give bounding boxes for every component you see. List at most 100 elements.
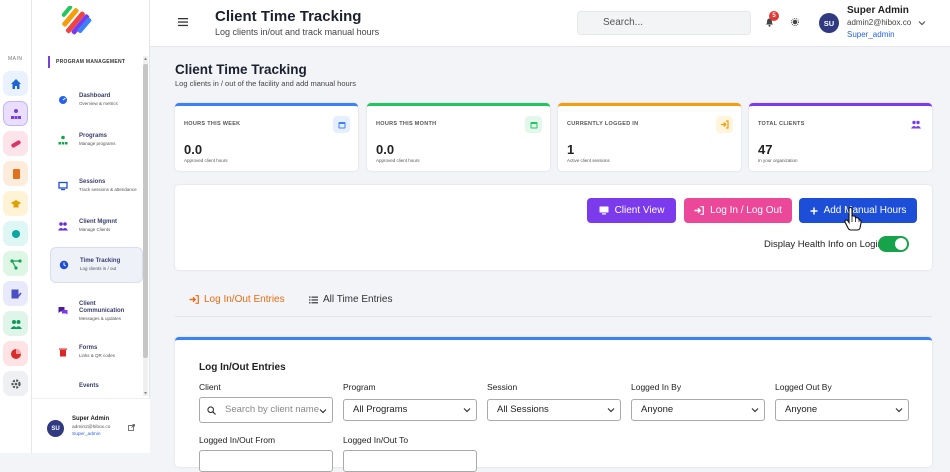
stat-sub: Approved client hours (184, 158, 228, 163)
scroll-down-icon[interactable] (143, 391, 148, 396)
header-user-email: admin2@hibox.co (847, 18, 912, 27)
avatar[interactable]: SU (819, 13, 839, 33)
clock-icon (59, 260, 69, 270)
sidebar-item-sub: Overview & metrics (79, 101, 118, 107)
stat-label: CURRENTLY LOGGED IN (567, 121, 639, 127)
sidebar-item-time-tracking[interactable]: Time Tracking Log clients in / out (50, 247, 143, 283)
logged-out-by-select[interactable]: Anyone (775, 399, 909, 421)
calendar-icon (525, 116, 542, 133)
sidebar-item-programs[interactable]: Programs Manage programs (50, 122, 143, 158)
pill-icon[interactable] (3, 131, 28, 156)
calendar-icon (333, 116, 350, 133)
people-icon[interactable] (3, 311, 28, 336)
icon-rail: MAIN (0, 0, 32, 453)
scrollbar-thumb[interactable] (143, 64, 148, 358)
list-icon (309, 296, 318, 303)
header-user-name: Super Admin (847, 5, 909, 16)
logged-from-date-input[interactable] (199, 450, 333, 472)
footer-user-role: Super_admin (72, 432, 101, 437)
logged-to-date-input[interactable] (343, 450, 477, 472)
header-user-role[interactable]: Super_admin (847, 30, 895, 39)
stat-value: 0.0 (184, 142, 203, 157)
trash-icon (59, 348, 67, 357)
chevron-down-icon (895, 408, 903, 413)
sidebar-item-events[interactable]: Events (50, 372, 143, 400)
avatar[interactable]: SU (47, 420, 64, 437)
rail-main-label: MAIN (8, 56, 23, 62)
page-title: Client Time Tracking (175, 62, 307, 77)
stat-label: HOURS THIS WEEK (184, 121, 241, 127)
chevron-down-icon (319, 409, 327, 414)
health-info-toggle[interactable] (878, 236, 909, 252)
sidebar-scrollbar[interactable] (143, 56, 148, 396)
client-view-button[interactable]: Client View (587, 198, 676, 223)
chevron-down-icon (751, 408, 759, 413)
app-logo[interactable] (58, 6, 92, 40)
program-select-value: All Programs (353, 404, 408, 415)
stat-card-total-clients: TOTAL CLIENTS 47 In your organization (749, 103, 932, 171)
top-bar: Client Time Tracking Log clients in/out … (150, 0, 950, 47)
gear-icon[interactable] (3, 371, 28, 396)
sign-in-icon (189, 295, 199, 304)
stat-sub: Active client sessions (567, 158, 610, 163)
notification-badge: 5 (769, 11, 779, 21)
circle-icon[interactable] (3, 221, 28, 246)
home-icon[interactable] (3, 71, 28, 96)
sidebar-item-label: Sessions (79, 179, 106, 186)
search-input[interactable]: Search... (577, 11, 751, 35)
entries-card: Log In/Out Entries Client Search by clie… (175, 337, 932, 472)
tab-log-in-out[interactable]: Log In/Out Entries (189, 294, 285, 305)
log-in-out-button[interactable]: Log In / Log Out (684, 198, 792, 223)
menu-icon[interactable] (178, 17, 188, 27)
sidebar-item-label: Dashboard (79, 93, 111, 100)
sign-in-icon (716, 116, 733, 133)
stat-label: HOURS THIS MONTH (376, 121, 437, 127)
logged-from-label: Logged In/Out From (199, 435, 276, 445)
sidebar-item-label: Forms (79, 345, 98, 352)
graduation-icon[interactable] (3, 191, 28, 216)
sidebar-item-client-communication[interactable]: Client Communication Messages & updates (50, 290, 143, 332)
logged-out-by-value: Anyone (785, 404, 818, 415)
dashboard-icon (59, 96, 67, 104)
logged-in-by-label: Logged In By (631, 382, 682, 392)
book-icon[interactable] (3, 161, 28, 186)
sidebar-item-sub: Log clients in / out (80, 266, 117, 272)
people-icon (907, 116, 924, 133)
sidebar-item-label: Time Tracking (80, 258, 121, 265)
logged-in-by-select[interactable]: Anyone (631, 399, 765, 421)
sidebar-item-label: Programs (79, 133, 108, 140)
stat-card-hours-month: HOURS THIS MONTH 0.0 Approved client hou… (367, 103, 550, 171)
stat-value: 47 (758, 142, 773, 157)
external-link-icon[interactable] (128, 424, 135, 431)
sidebar-item-forms[interactable]: Forms Links & QR codes (50, 334, 143, 370)
sidebar-item-sessions[interactable]: Sessions Track sessions & attendance (50, 166, 143, 206)
tab-all-time-entries[interactable]: All Time Entries (309, 294, 392, 305)
sidebar-item-dashboard[interactable]: Dashboard Overview & metrics (50, 82, 143, 118)
session-filter-label: Session (487, 382, 518, 392)
sun-icon[interactable] (791, 18, 799, 26)
session-select[interactable]: All Sessions (487, 399, 621, 421)
chevron-down-icon[interactable] (918, 19, 926, 27)
sidebar-section-title: PROGRAM MANAGEMENT (48, 56, 125, 68)
pie-chart-icon[interactable] (3, 341, 28, 366)
scroll-up-icon[interactable] (143, 56, 148, 61)
search-placeholder: Search... (603, 17, 644, 28)
program-select[interactable]: All Programs (343, 399, 477, 421)
tab-label: All Time Entries (323, 294, 393, 305)
add-manual-hours-label: Add Manual Hours (823, 205, 907, 216)
chevron-down-icon (607, 408, 615, 413)
sidebar-item-sub: Links & QR codes (79, 353, 116, 359)
sidebar: PROGRAM MANAGEMENT Dashboard Overview & m… (32, 0, 150, 453)
stat-value: 0.0 (376, 142, 395, 157)
header-title: Client Time Tracking (215, 8, 362, 25)
sidebar-item-label: Client Communication (79, 300, 125, 314)
client-search-placeholder: Search by client name... (225, 404, 319, 415)
footer-user-email: admin2@hibox.co (72, 425, 111, 430)
sidebar-item-client-mgmt[interactable]: Client Mgmnt Manage Clients (50, 208, 143, 244)
session-select-value: All Sessions (497, 404, 549, 415)
client-search-input[interactable]: Search by client name... (199, 397, 333, 423)
sidebar-item-sub: Manage Clients (79, 227, 111, 233)
form-icon[interactable] (3, 281, 28, 306)
flow-icon[interactable] (3, 251, 28, 276)
org-chart-icon[interactable] (3, 101, 28, 126)
